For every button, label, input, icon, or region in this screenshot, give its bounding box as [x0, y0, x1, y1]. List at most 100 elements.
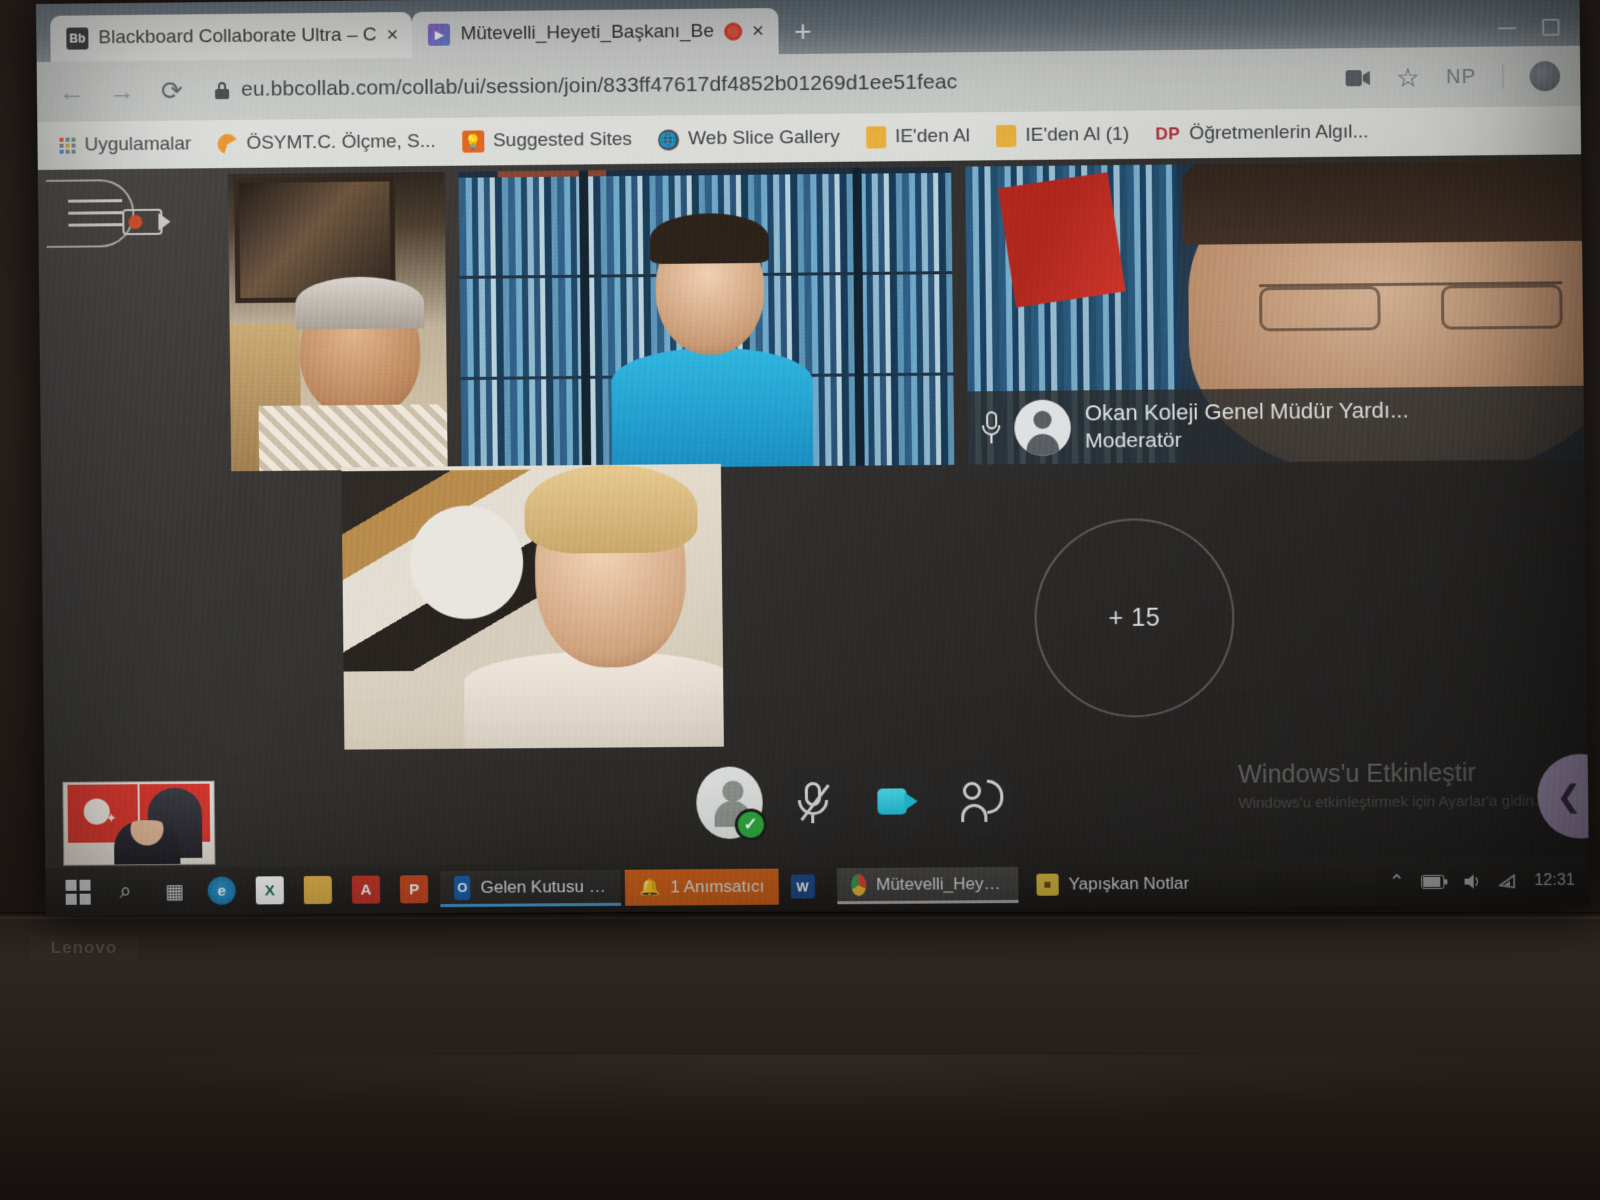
watermark-title: Windows'u Etkinleştir: [1238, 754, 1572, 793]
taskbar-task-sticky-notes[interactable]: ■ Yapışkan Notlar: [1022, 865, 1204, 902]
excel-icon: X: [256, 876, 284, 904]
person-avatar: [1014, 400, 1071, 457]
folder-icon: [866, 126, 886, 148]
browser-tab-1[interactable]: Bb Blackboard Collaborate Ultra – C ×: [50, 12, 412, 62]
available-status-check-icon: ✓: [734, 809, 767, 841]
participant-tile-4[interactable]: [341, 464, 724, 750]
taskbar-excel[interactable]: X: [248, 868, 293, 912]
powerpoint-icon: P: [400, 875, 428, 903]
chrome-browser-window: Bb Blackboard Collaborate Ultra – C × ▶ …: [36, 0, 1589, 916]
my-status-button[interactable]: ✓: [696, 766, 763, 839]
wifi-icon[interactable]: [1498, 873, 1518, 889]
participant-tile-2[interactable]: [459, 167, 955, 469]
battery-icon[interactable]: [1421, 875, 1447, 889]
microphone-muted-icon: [796, 780, 831, 824]
system-tray: ⌃ 12:31: [1389, 869, 1590, 894]
windows-start-button[interactable]: [55, 870, 99, 914]
bookmark-ieden-al-1-label: IE'den Al (1): [1025, 124, 1129, 147]
participant-tile-1[interactable]: [228, 172, 448, 471]
back-button[interactable]: ←: [51, 70, 93, 112]
tile-3-person-hair: [1182, 160, 1585, 244]
sticky-notes-icon: ■: [1036, 874, 1058, 896]
task-view-button[interactable]: ▦: [151, 869, 196, 913]
overflow-participants-button[interactable]: + 15: [1034, 518, 1236, 719]
tile-1-person-hair: [295, 276, 424, 329]
photo-scene: Lenovo Bb Blackboard Collaborate Ultra –…: [0, 0, 1600, 1200]
taskbar-adobe-reader[interactable]: A: [344, 867, 389, 911]
bookmark-star-icon[interactable]: ☆: [1396, 62, 1420, 93]
taskbar-task-word[interactable]: W: [782, 868, 833, 904]
close-tab-1-button[interactable]: ×: [386, 25, 398, 45]
overflow-participants-count: + 15: [1108, 603, 1160, 633]
taskbar-powerpoint[interactable]: P: [392, 867, 437, 911]
file-explorer-icon: [304, 876, 332, 904]
self-view-person: [114, 820, 181, 865]
bookmark-apps-label: Uygulamalar: [84, 133, 191, 156]
np-extension-icon[interactable]: NP: [1446, 65, 1476, 88]
forward-button[interactable]: →: [101, 70, 143, 112]
collaborate-session-stage: Okan Koleji Genel Müdür Yardı... Moderat…: [38, 154, 1590, 916]
taskbar-task-reminder-label: 1 Anımsatıcı: [670, 877, 764, 898]
taskbar-internet-explorer[interactable]: e: [199, 869, 244, 913]
camera-icon[interactable]: [1345, 70, 1369, 86]
adobe-reader-icon: A: [352, 876, 380, 904]
profile-avatar[interactable]: [1530, 61, 1561, 91]
self-view-thumbnail[interactable]: ✦: [62, 781, 215, 866]
browser-tab-1-title: Blackboard Collaborate Ultra – C: [98, 24, 376, 49]
taskbar-task-outlook[interactable]: O Gelen Kutusu - tuncay....: [440, 870, 621, 907]
tile-2-person-hair: [650, 213, 769, 264]
laptop-base: [0, 915, 1600, 1200]
taskbar-task-reminder[interactable]: 🔔 1 Anımsatıcı: [625, 869, 779, 906]
tile-4-person-hair: [524, 464, 698, 554]
bookmark-osym[interactable]: ÖSYMT.C. Ölçme, S...: [209, 127, 444, 159]
reload-button[interactable]: ⟳: [151, 69, 193, 111]
minimize-button[interactable]: [1498, 27, 1516, 29]
tile-3-background-flag: [998, 172, 1126, 308]
bookmark-ogretmenlerin-algi[interactable]: DP Öğretmenlerin Algıl...: [1147, 117, 1377, 149]
maximize-button[interactable]: [1542, 19, 1559, 36]
bookmark-ieden-al-1[interactable]: IE'den Al (1): [988, 120, 1137, 152]
camera-on-icon: [877, 788, 918, 814]
bookmark-ieden-al[interactable]: IE'den Al: [858, 121, 979, 152]
internet-explorer-icon: e: [208, 877, 236, 905]
tile-1-person-shirt: [259, 404, 448, 471]
chrome-icon: [851, 873, 866, 895]
osym-icon: [217, 134, 237, 154]
new-tab-button[interactable]: +: [778, 18, 828, 55]
toolbar-divider: [1502, 65, 1503, 89]
show-hidden-icons-button[interactable]: ⌃: [1389, 871, 1405, 894]
address-bar[interactable]: eu.bbcollab.com/collab/ui/session/join/8…: [201, 57, 1338, 111]
microphone-button[interactable]: [780, 766, 847, 839]
volume-icon[interactable]: [1463, 873, 1481, 889]
bookmark-ieden-al-label: IE'den Al: [895, 125, 970, 148]
reminder-bell-icon: 🔔: [639, 877, 660, 897]
tab-recording-indicator-icon: [724, 22, 742, 40]
bulb-icon: 💡: [462, 130, 484, 152]
moderator-name-label: Okan Koleji Genel Müdür Yardı... Moderat…: [968, 386, 1585, 466]
bookmark-web-slice-gallery[interactable]: 🌐 Web Slice Gallery: [650, 123, 848, 155]
bookmark-osym-label: ÖSYMT.C. Ölçme, S...: [246, 131, 436, 155]
taskbar-task-sticky-notes-label: Yapışkan Notlar: [1068, 874, 1189, 895]
taskbar-file-explorer[interactable]: [296, 868, 341, 912]
hamburger-icon: [68, 199, 122, 236]
taskbar-clock[interactable]: 12:31: [1534, 872, 1575, 890]
video-player-icon: ▶: [428, 24, 450, 46]
taskbar-search-button[interactable]: ⌕: [103, 869, 148, 913]
taskbar-task-chrome[interactable]: Mütevelli_Heyeti_Başk...: [837, 867, 1019, 904]
bookmark-apps[interactable]: Uygulamalar: [51, 129, 199, 161]
bookmark-suggested-sites[interactable]: 💡 Suggested Sites: [454, 125, 640, 157]
session-menu-button[interactable]: [46, 179, 165, 252]
star-icon: ✦: [106, 810, 117, 826]
laptop-screen: Bb Blackboard Collaborate Ultra – C × ▶ …: [36, 0, 1589, 916]
bookmark-web-slice-gallery-label: Web Slice Gallery: [688, 127, 840, 151]
close-tab-2-button[interactable]: ×: [752, 21, 764, 41]
browser-tab-2[interactable]: ▶ Mütevelli_Heyeti_Başkanı_Be ×: [412, 8, 778, 58]
raise-hand-button[interactable]: [948, 764, 1015, 837]
bookmark-suggested-sites-label: Suggested Sites: [493, 129, 632, 152]
window-controls: [1498, 18, 1580, 46]
raise-hand-icon: [961, 780, 1002, 822]
folder-icon: [996, 125, 1016, 147]
moderator-display-name: Okan Koleji Genel Müdür Yardı...: [1085, 397, 1409, 428]
camera-button[interactable]: [864, 765, 931, 838]
lock-icon: [215, 81, 229, 98]
